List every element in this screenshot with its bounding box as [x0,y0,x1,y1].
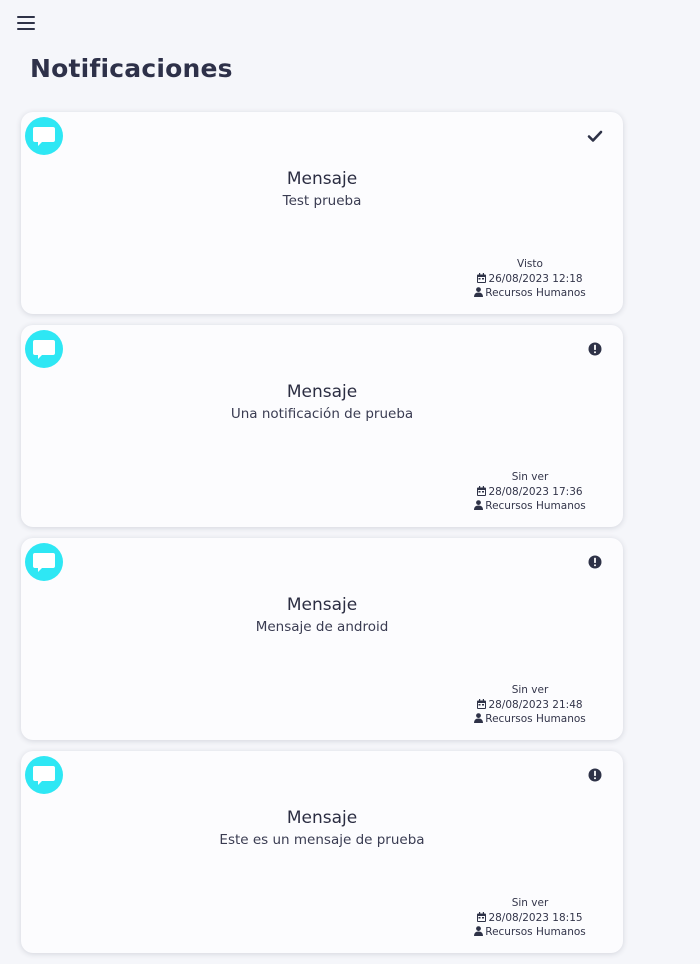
notification-status: Sin ver [511,684,549,696]
notification-message: Este es un mensaje de prueba [219,832,425,848]
calendar-icon [477,911,487,922]
notification-meta: Sin ver 28/08/2023 18:15 Recursos Humano… [455,896,605,940]
notification-card[interactable]: Mensaje Este es un mensaje de prueba Sin… [21,751,623,953]
check-icon [587,128,603,144]
notification-meta: Sin ver 28/08/2023 17:36 Recursos Humano… [455,470,605,514]
top-bar [0,0,700,48]
chat-bubble-icon [25,543,63,581]
notification-card[interactable]: Mensaje Una notificación de prueba Sin v… [21,325,623,527]
notification-meta: Visto 26/08/2023 12:18 Recursos Humanos [455,257,605,301]
exclamation-circle-icon [587,767,603,783]
user-icon [474,500,484,510]
user-icon [474,713,484,723]
notification-meta: Sin ver 28/08/2023 21:48 Recursos Humano… [455,683,605,727]
notification-date: 28/08/2023 18:15 [488,911,583,924]
notification-title: Mensaje [286,808,358,828]
notification-message: Test prueba [282,193,362,209]
notification-date: 26/08/2023 12:18 [488,272,583,285]
chat-bubble-icon [25,117,63,155]
notification-sender: Recursos Humanos [485,287,586,299]
hamburger-menu-icon[interactable] [17,16,35,30]
notification-message: Una notificación de prueba [230,406,414,422]
notification-status: Sin ver [511,471,549,483]
calendar-icon [477,698,487,709]
notification-message: Mensaje de android [255,619,389,635]
notification-sender: Recursos Humanos [485,713,586,725]
notification-sender: Recursos Humanos [485,926,586,938]
user-icon [474,926,484,936]
notification-card[interactable]: Mensaje Mensaje de android Sin ver 28/08… [21,538,623,740]
exclamation-circle-icon [587,341,603,357]
calendar-icon [477,272,487,283]
notification-title: Mensaje [286,169,358,189]
notification-title: Mensaje [286,382,358,402]
notification-title: Mensaje [286,595,358,615]
chat-bubble-icon [25,756,63,794]
chat-bubble-icon [25,330,63,368]
user-icon [474,287,484,297]
notification-list: Mensaje Test prueba Visto 26/08/2023 12:… [21,112,623,964]
page-title: Notificaciones [30,54,233,83]
notification-date: 28/08/2023 21:48 [488,698,583,711]
notification-status: Sin ver [511,897,549,909]
notification-sender: Recursos Humanos [485,500,586,512]
notification-status: Visto [517,258,543,270]
notification-date: 28/08/2023 17:36 [488,485,583,498]
calendar-icon [477,485,487,496]
exclamation-circle-icon [587,554,603,570]
notification-card[interactable]: Mensaje Test prueba Visto 26/08/2023 12:… [21,112,623,314]
